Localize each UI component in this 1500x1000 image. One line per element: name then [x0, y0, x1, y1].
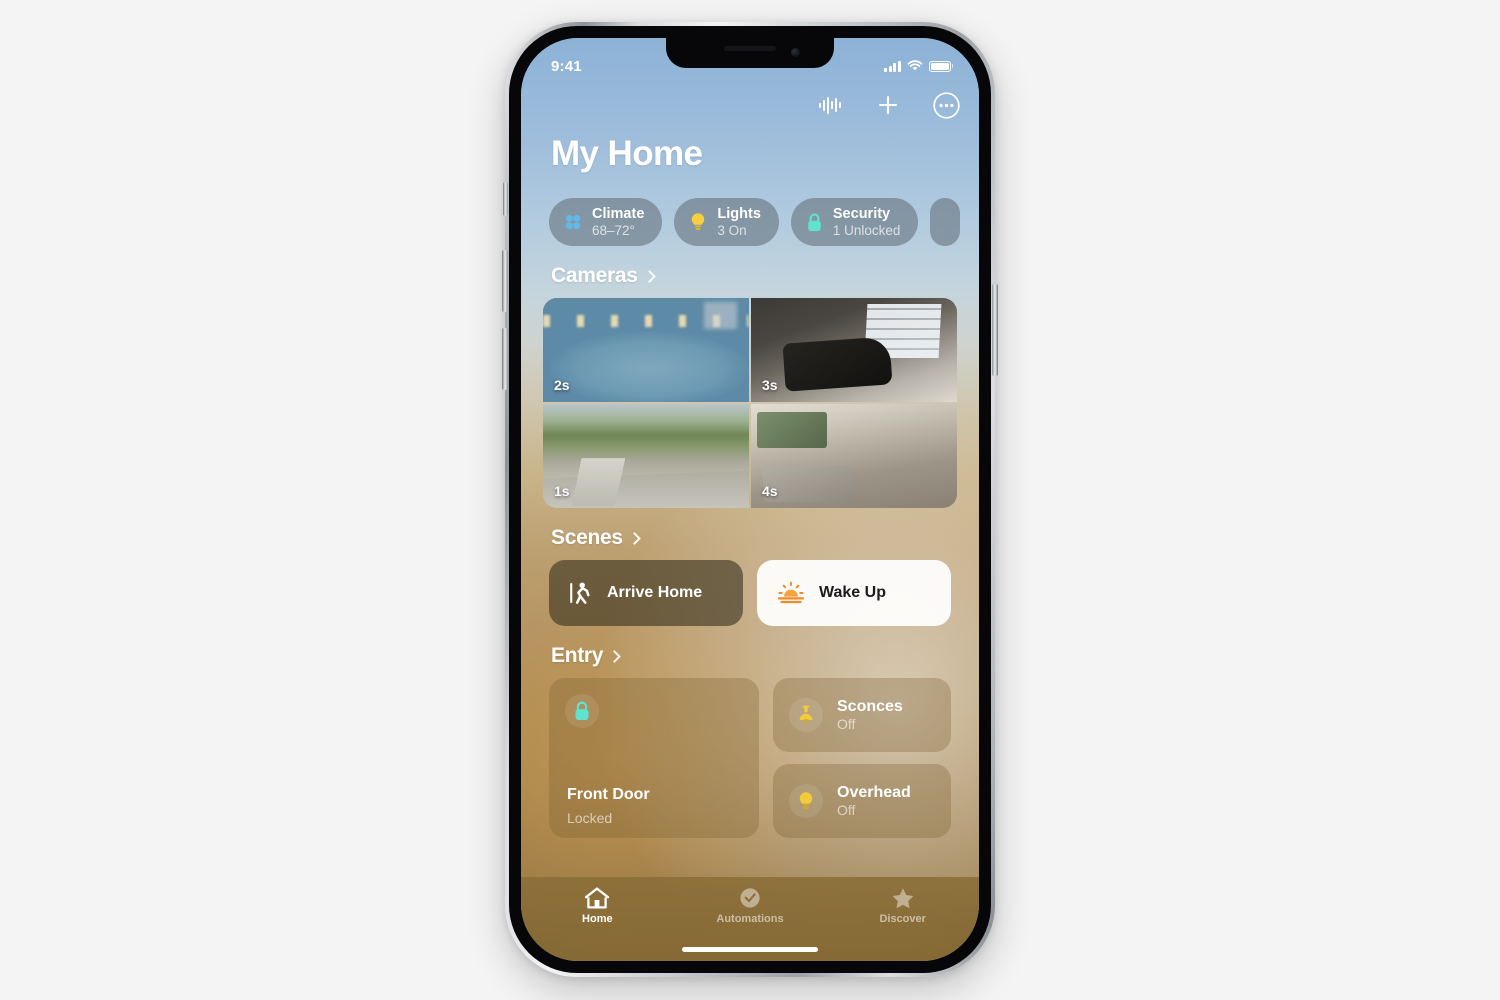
- notch: [666, 38, 834, 68]
- status-pills-row[interactable]: Climate 68–72° Lights 3 On Security 1 Un…: [521, 174, 979, 246]
- status-pill-label: Climate: [592, 206, 645, 223]
- section-title: Cameras: [551, 264, 638, 287]
- camera-tile[interactable]: 3s: [751, 298, 957, 402]
- cameras-grid[interactable]: 2s 3s 1s 4s: [543, 298, 957, 508]
- top-nav-actions: [815, 90, 961, 120]
- sconce-lamp-icon: [799, 705, 813, 722]
- status-pill-label: Security: [832, 206, 891, 223]
- walking-person-icon: [570, 582, 590, 604]
- accessory-sconces[interactable]: Sconces Off: [773, 678, 951, 752]
- camera-timestamp: 1s: [554, 483, 570, 499]
- battery-full-icon: [928, 60, 951, 72]
- section-header-cameras[interactable]: Cameras: [521, 246, 979, 298]
- accessory-label: Sconces: [837, 698, 903, 715]
- accessory-icon-wrap: [789, 784, 823, 818]
- front-camera-icon: [791, 48, 800, 57]
- tab-label: Automations: [716, 913, 784, 925]
- accessory-state: Off: [837, 716, 856, 733]
- home-indicator[interactable]: [682, 947, 818, 952]
- lock-icon: [808, 212, 821, 231]
- page-title: My Home: [551, 134, 703, 173]
- status-pill-lights[interactable]: Lights 3 On: [674, 198, 779, 246]
- tab-discover[interactable]: Discover: [826, 886, 979, 925]
- chevron-right-icon: [608, 649, 622, 663]
- wifi-icon: [907, 60, 922, 71]
- sunrise-icon: [777, 581, 805, 604]
- mute-switch[interactable]: [503, 182, 508, 216]
- entry-accessory-column: Sconces Off Overhead Off: [773, 678, 951, 838]
- screenshot-canvas: 9:41 My Home Climate 68–72° Lights 3 On …: [0, 0, 1500, 1000]
- star-icon: [892, 888, 914, 909]
- power-button[interactable]: [992, 284, 998, 376]
- camera-tile[interactable]: 1s: [543, 404, 749, 508]
- fan-icon: [565, 214, 581, 230]
- signal-bars-icon: [884, 60, 901, 72]
- tab-home[interactable]: Home: [521, 886, 674, 925]
- home-scroll-content[interactable]: My Home Climate 68–72° Lights 3 On Secur…: [521, 38, 979, 961]
- accessory-icon-wrap: [565, 694, 599, 728]
- scene-wake-up[interactable]: Wake Up: [757, 560, 951, 626]
- status-pill-climate[interactable]: Climate 68–72°: [549, 198, 663, 246]
- scene-label: Arrive Home: [607, 584, 703, 601]
- earpiece-speaker-icon: [724, 46, 776, 51]
- bulb-icon: [799, 792, 813, 809]
- status-pill-partial-offscreen[interactable]: [930, 198, 961, 246]
- tab-automations[interactable]: Automations: [674, 886, 827, 925]
- camera-tile[interactable]: 4s: [751, 404, 957, 508]
- device-bezel: 9:41 My Home Climate 68–72° Lights 3 On …: [509, 26, 991, 973]
- accessory-icon-wrap: [789, 698, 823, 732]
- status-pill-value: 3 On: [717, 222, 747, 238]
- camera-tile[interactable]: 2s: [543, 298, 749, 402]
- clock-check-icon: [740, 888, 760, 908]
- chevron-right-icon: [627, 531, 641, 545]
- camera-timestamp: 4s: [762, 483, 778, 499]
- status-pill-value: 68–72°: [592, 222, 635, 238]
- tab-bar: Home Automations Discover: [521, 877, 979, 961]
- bulb-icon: [692, 213, 705, 230]
- scene-arrive-home[interactable]: Arrive Home: [549, 560, 743, 626]
- accessory-state: Off: [837, 802, 856, 819]
- status-pill-value: 1 Unlocked: [832, 222, 901, 238]
- tab-label: Discover: [879, 913, 926, 925]
- accessory-front-door[interactable]: Front Door Locked: [549, 678, 759, 838]
- scenes-row: Arrive Home Wake Up: [521, 560, 979, 626]
- status-pill-label: Lights: [717, 206, 761, 223]
- waveform-intercom-icon[interactable]: [815, 90, 845, 120]
- camera-timestamp: 2s: [554, 377, 570, 393]
- section-header-scenes[interactable]: Scenes: [521, 508, 979, 560]
- status-pill-security[interactable]: Security 1 Unlocked: [790, 198, 919, 246]
- plus-icon[interactable]: [873, 90, 903, 120]
- accessory-label: Front Door: [567, 786, 650, 803]
- camera-timestamp: 3s: [762, 377, 778, 393]
- entry-accessories: Front Door Locked Sconces Off Overhead O…: [521, 678, 979, 838]
- tab-label: Home: [582, 913, 613, 925]
- chevron-right-icon: [642, 269, 656, 283]
- iphone-device-frame: 9:41 My Home Climate 68–72° Lights 3 On …: [502, 22, 998, 977]
- section-header-entry[interactable]: Entry: [521, 626, 979, 678]
- accessory-state: Locked: [567, 810, 613, 826]
- section-title: Scenes: [551, 526, 623, 549]
- more-ellipsis-circle-icon[interactable]: [931, 90, 961, 120]
- status-bar-indicators: [884, 60, 953, 72]
- phone-screen: 9:41 My Home Climate 68–72° Lights 3 On …: [521, 38, 979, 961]
- volume-up-button[interactable]: [502, 250, 508, 312]
- accessory-label: Overhead: [837, 784, 911, 801]
- house-icon: [585, 887, 610, 909]
- section-title: Entry: [551, 644, 604, 667]
- status-bar-time: 9:41: [551, 57, 582, 75]
- volume-down-button[interactable]: [502, 328, 508, 390]
- lock-icon: [575, 701, 589, 721]
- accessory-overhead[interactable]: Overhead Off: [773, 764, 951, 838]
- scene-label: Wake Up: [819, 584, 886, 601]
